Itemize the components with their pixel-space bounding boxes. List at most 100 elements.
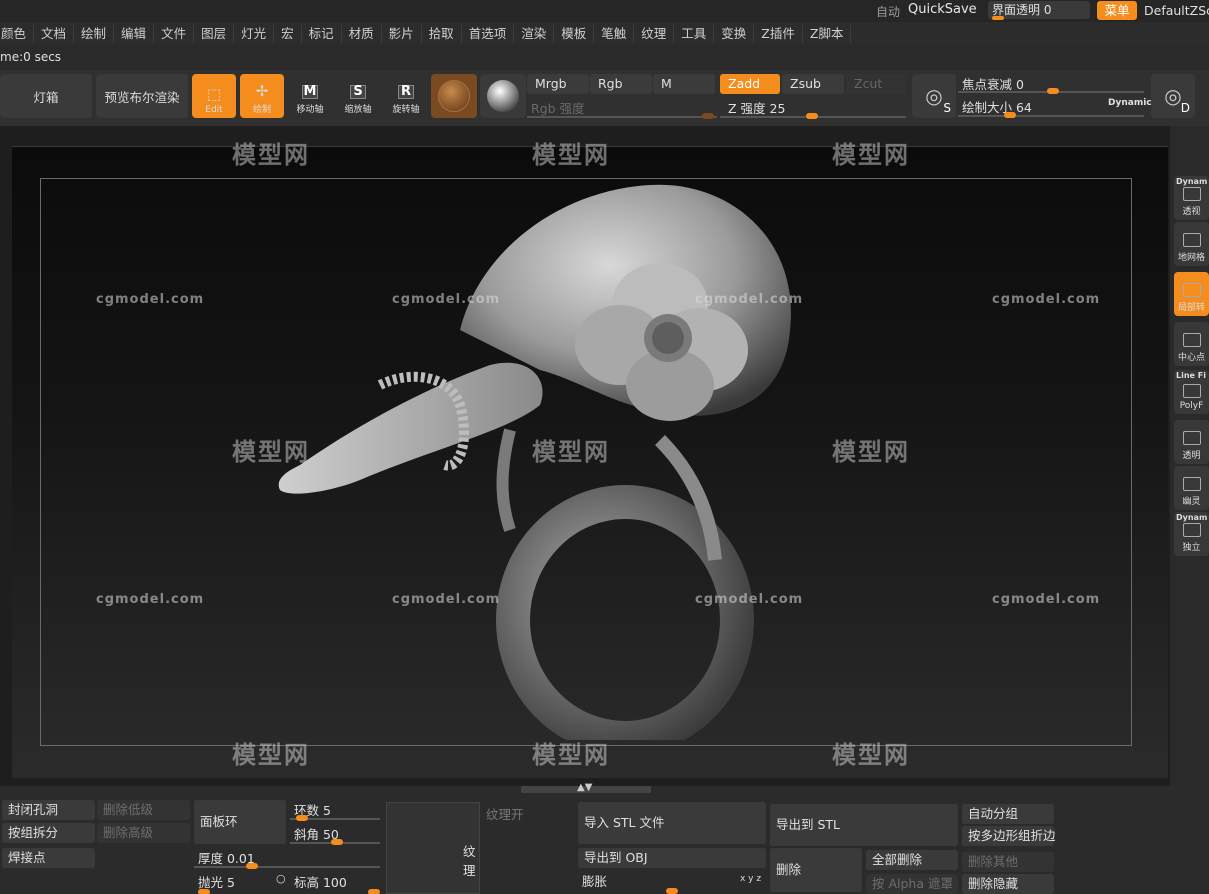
m-toggle[interactable]: M: [653, 74, 715, 94]
menu-item[interactable]: 文档: [34, 25, 75, 43]
mrgb-toggle[interactable]: Mrgb: [527, 74, 589, 94]
edit-mode-button[interactable]: ⬚ Edit: [192, 74, 236, 118]
inflate-slider[interactable]: 膨胀 x y z: [578, 870, 766, 894]
shelf-button[interactable]: 局部转: [1174, 272, 1209, 316]
z-intensity-slider[interactable]: Z 强度 25: [720, 96, 906, 119]
toolbar: 灯箱 预览布尔渲染 ⬚ Edit ✢ 绘制 M 移动轴 S 缩放轴 R 旋转轴 …: [0, 70, 1209, 132]
z-intensity-knob[interactable]: [806, 113, 818, 119]
delete-button[interactable]: 删除: [770, 848, 862, 892]
menu-item[interactable]: 灯光: [234, 25, 275, 43]
menu-item[interactable]: 编辑: [114, 25, 155, 43]
menu-item[interactable]: 标记: [302, 25, 342, 43]
shelf-button[interactable]: 中心点: [1174, 322, 1209, 366]
import-stl-button[interactable]: 导入 STL 文件: [578, 802, 766, 844]
menu-item[interactable]: 图层: [194, 25, 235, 43]
inflate-knob[interactable]: [666, 888, 678, 894]
zcut-toggle[interactable]: Zcut: [846, 74, 906, 94]
z-intensity-label: Z 强度 25: [728, 101, 786, 116]
shelf-label: 透明: [1182, 451, 1201, 461]
draw-size-slider[interactable]: 绘制大小 64 Dynamic: [958, 95, 1152, 119]
bpr-render-button[interactable]: 预览布尔渲染: [96, 74, 188, 118]
d-button[interactable]: ◎ D: [1151, 74, 1195, 118]
menu-item[interactable]: 首选项: [462, 25, 515, 43]
split-groups-button[interactable]: 按组拆分: [2, 823, 95, 843]
loops-slider[interactable]: 环数 5: [290, 799, 380, 821]
menu-button[interactable]: 菜单: [1097, 1, 1137, 20]
loops-knob[interactable]: [296, 815, 308, 821]
draw-size-knob[interactable]: [1004, 112, 1016, 118]
quicksave-button[interactable]: QuickSave: [908, 2, 977, 17]
radio-circle-icon[interactable]: ○: [276, 872, 286, 885]
menu-item[interactable]: 纹理: [634, 25, 675, 43]
shelf-top-label: Dynam: [1176, 177, 1208, 186]
watermark-logo: 模型网: [832, 438, 910, 466]
xyz-axis-toggle[interactable]: x y z: [740, 874, 761, 884]
delete-others-button[interactable]: 删除其他: [962, 852, 1054, 872]
claw-left: [496, 428, 516, 532]
rgb-intensity-slider[interactable]: Rgb 强度: [527, 96, 717, 119]
menu-bar: 颜色 文档 绘制 编辑 文件 图层 灯光宏标记 材质 影片 拾取 首选项 渲染 模板 笔触 纹理 工具 变换 Z插…: [0, 22, 1209, 46]
close-holes-button[interactable]: 封闭孔洞: [2, 800, 95, 820]
bevel-knob[interactable]: [331, 839, 343, 845]
export-obj-button[interactable]: 导出到 OBJ: [578, 848, 766, 868]
elevation-slider[interactable]: 标高 100: [290, 871, 380, 894]
dynamic-toggle[interactable]: Dynamic: [1108, 98, 1152, 108]
menu-item[interactable]: 模板: [554, 25, 595, 43]
move-mode-button[interactable]: M 移动轴: [288, 74, 332, 118]
menu-item[interactable]: 渲染: [514, 25, 555, 43]
draw-mode-button[interactable]: ✢ 绘制: [240, 74, 284, 118]
delete-lower-button[interactable]: 删除低级: [97, 800, 190, 820]
sculptris-s-button[interactable]: ◎ S: [912, 74, 956, 118]
menu-item[interactable]: 拾取: [422, 25, 462, 43]
menu-item[interactable]: Z脚本: [803, 25, 852, 43]
delete-all-button[interactable]: 全部删除: [866, 850, 958, 870]
rotate-mode-button[interactable]: R 旋转轴: [384, 74, 428, 118]
thickness-knob[interactable]: [246, 863, 258, 869]
default-script-label[interactable]: DefaultZScr: [1144, 3, 1209, 18]
menu-item[interactable]: 绘制: [74, 25, 115, 43]
material-button[interactable]: [431, 74, 477, 118]
thickness-slider[interactable]: 厚度 0.01: [194, 847, 380, 869]
ui-transparency-slider[interactable]: 界面透明 0: [988, 1, 1090, 20]
rgb-intensity-knob[interactable]: [702, 113, 714, 119]
auto-groups-button[interactable]: 自动分组: [962, 804, 1054, 824]
lightbox-button[interactable]: 灯箱: [0, 74, 92, 118]
zadd-toggle[interactable]: Zadd: [720, 74, 780, 94]
ui-transparency-knob[interactable]: [992, 16, 1004, 20]
shelf-icon: [1182, 283, 1201, 297]
panel-loops-button[interactable]: 面板环: [194, 800, 286, 844]
bottom-panel-handle[interactable]: ▲▼: [521, 782, 651, 793]
watermark-logo: 模型网: [232, 741, 310, 769]
export-stl-button[interactable]: 导出到 STL: [770, 804, 958, 846]
texture-on-toggle[interactable]: 纹理开: [486, 804, 524, 823]
shelf-button[interactable]: 幽灵: [1174, 466, 1209, 510]
polish-knob[interactable]: [198, 889, 210, 894]
weld-points-button[interactable]: 焊接点: [2, 848, 95, 868]
delete-hidden-button[interactable]: 删除隐藏: [962, 874, 1054, 894]
menu-item[interactable]: 影片: [382, 25, 422, 43]
collapse-arrow-icon: ▲▼: [577, 782, 593, 793]
menu-item[interactable]: 文件: [154, 25, 195, 43]
texture-preview[interactable]: 纹理: [386, 802, 480, 894]
menu-item[interactable]: 工具: [674, 25, 715, 43]
texture-slot-button[interactable]: [480, 74, 526, 118]
focal-shift-knob[interactable]: [1047, 88, 1059, 94]
delete-higher-button[interactable]: 删除高级: [97, 823, 190, 843]
elevation-knob[interactable]: [368, 889, 380, 894]
menu-item[interactable]: 宏: [274, 25, 302, 43]
shelf-button[interactable]: 地网格: [1174, 222, 1209, 266]
groups-by-polyloop-button[interactable]: 按多边形组折边: [962, 826, 1056, 846]
bevel-slider[interactable]: 斜角 50: [290, 823, 380, 845]
zsub-toggle[interactable]: Zsub: [782, 74, 844, 94]
menu-item[interactable]: 材质: [342, 25, 382, 43]
by-alpha-mask-button[interactable]: 按 Alpha 遮罩: [866, 874, 958, 894]
focal-shift-slider[interactable]: 焦点衰减 0: [958, 70, 1146, 94]
rgb-toggle[interactable]: Rgb: [590, 74, 652, 94]
scale-mode-button[interactable]: S 缩放轴: [336, 74, 380, 118]
menu-item[interactable]: 笔触: [594, 25, 635, 43]
menu-item[interactable]: Z插件: [754, 25, 803, 43]
menu-item[interactable]: 变换: [714, 25, 755, 43]
polish-slider[interactable]: 抛光 5: [194, 871, 284, 894]
menu-item[interactable]: 颜色: [0, 25, 35, 43]
shelf-button[interactable]: 透明: [1174, 420, 1209, 464]
